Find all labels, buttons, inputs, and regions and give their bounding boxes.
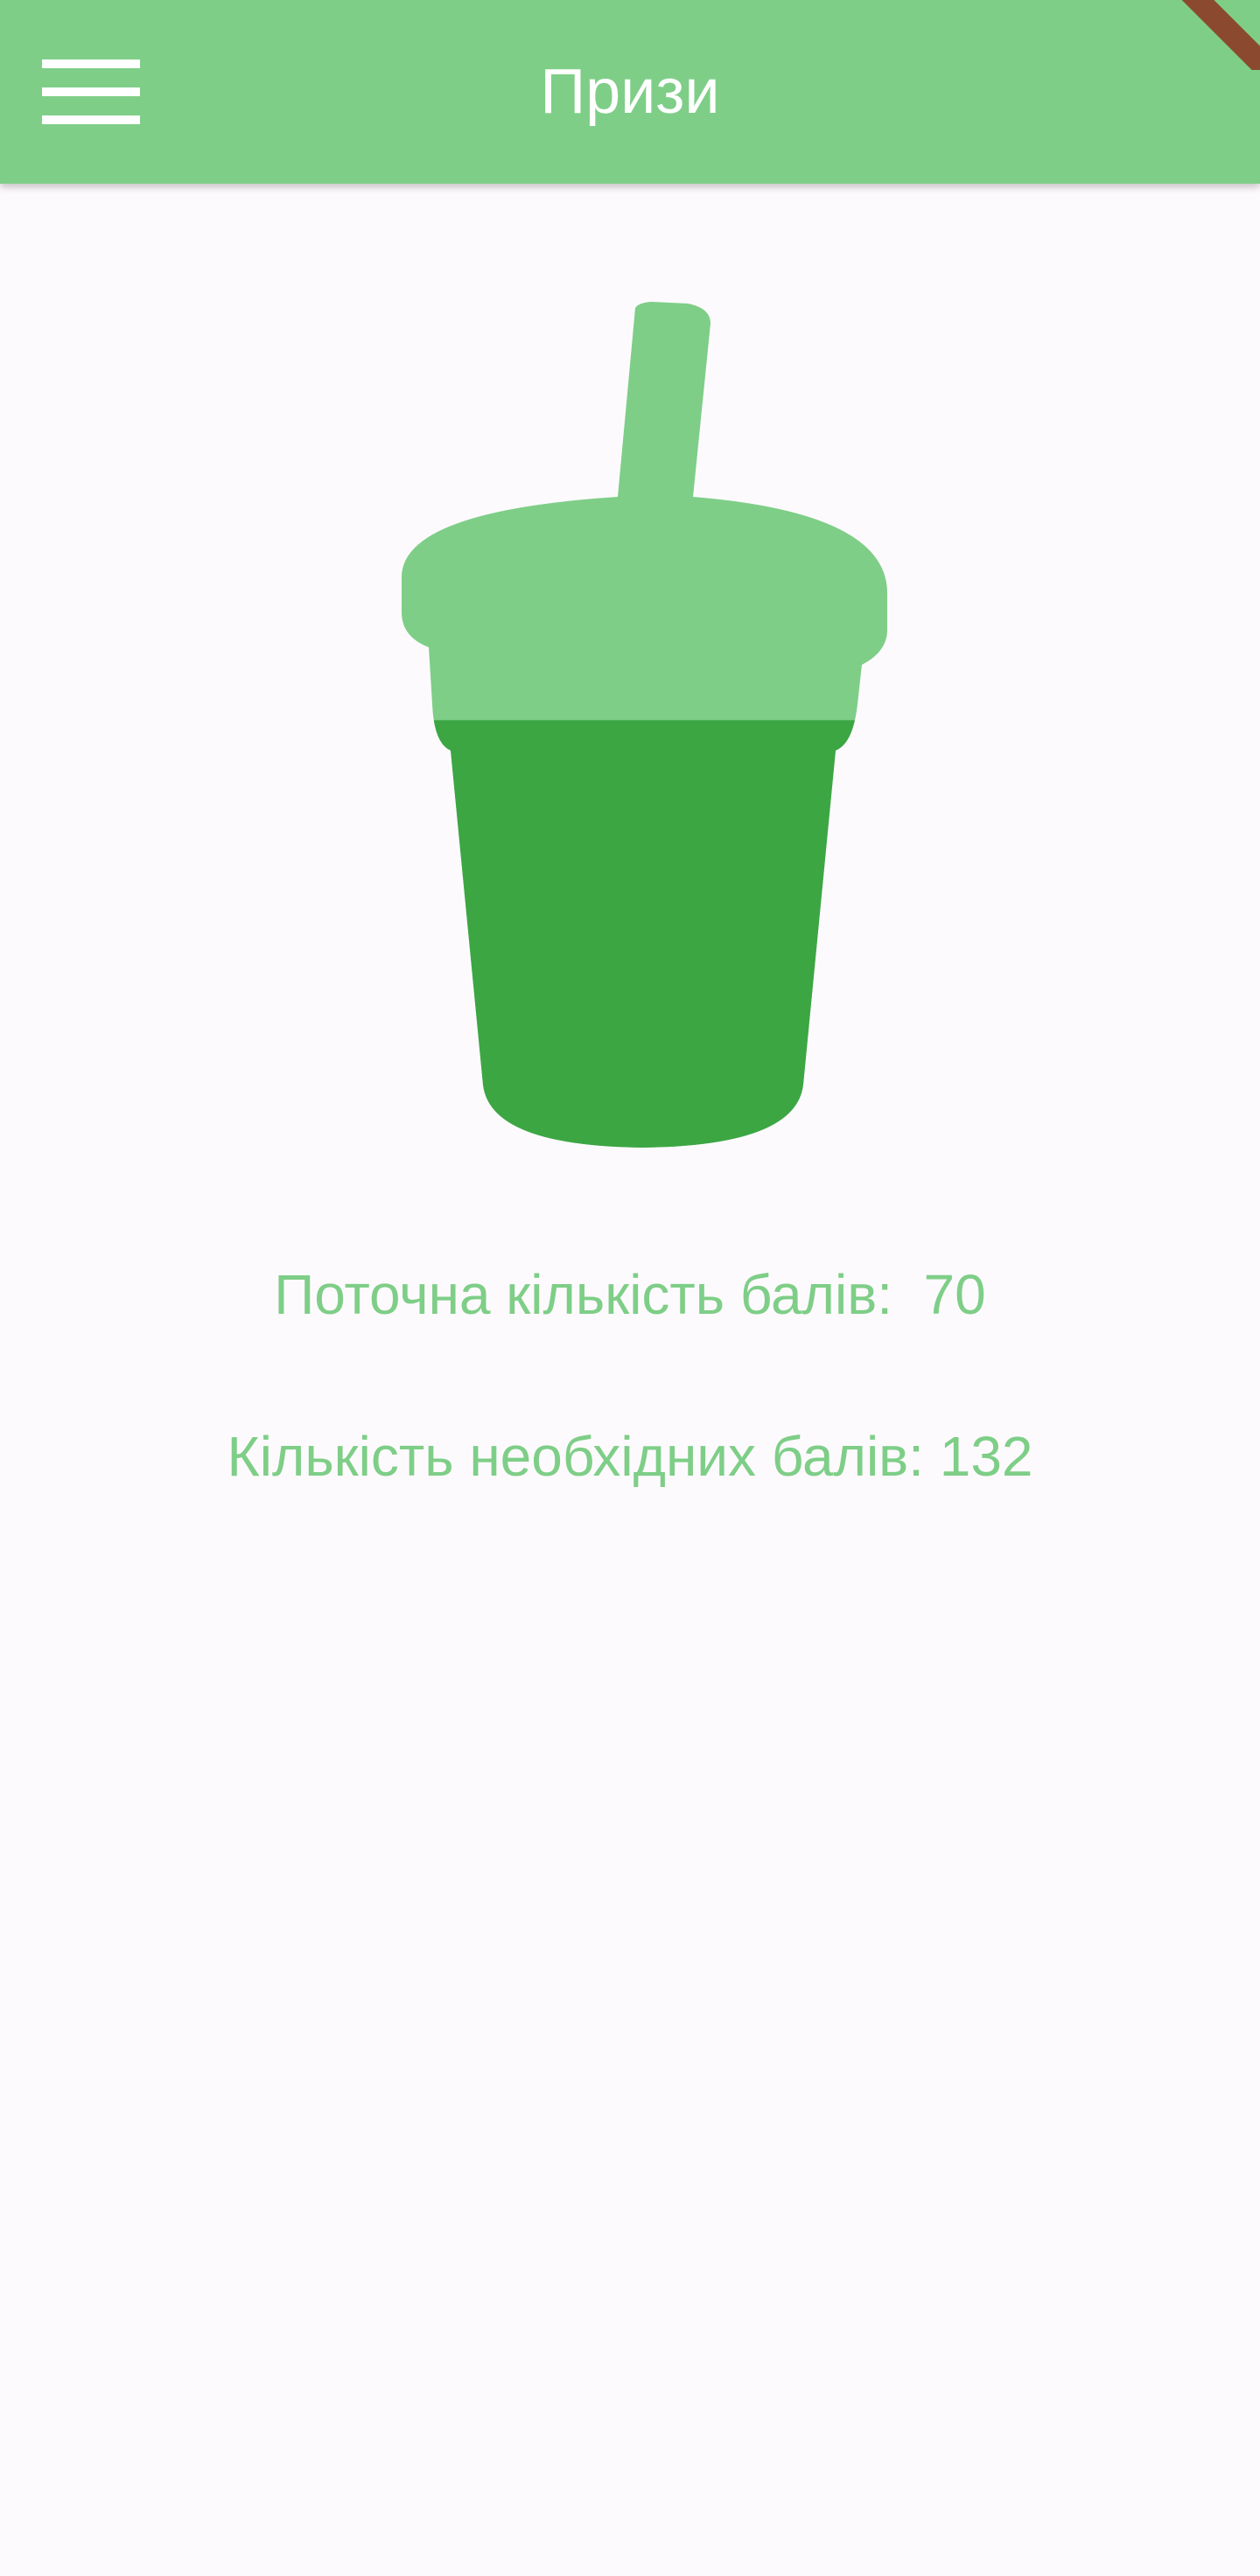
prize-progress-cup xyxy=(0,289,1260,1207)
drink-cup-icon xyxy=(402,302,887,1148)
current-points-value: 70 xyxy=(923,1263,986,1326)
app-bar: Призи xyxy=(0,0,1260,184)
current-points-label: Поточна кількість балів: xyxy=(274,1263,892,1326)
current-points-line: Поточна кількість балів: 70 xyxy=(0,1260,1260,1330)
cup-fill-level xyxy=(402,720,887,1148)
required-points-value: 132 xyxy=(939,1425,1033,1488)
debug-banner xyxy=(1164,0,1260,70)
required-points-label: Кількість необхідних балів: xyxy=(227,1425,924,1488)
required-points-line: Кількість необхідних балів: 132 xyxy=(0,1421,1260,1491)
page-title: Призи xyxy=(540,57,720,127)
